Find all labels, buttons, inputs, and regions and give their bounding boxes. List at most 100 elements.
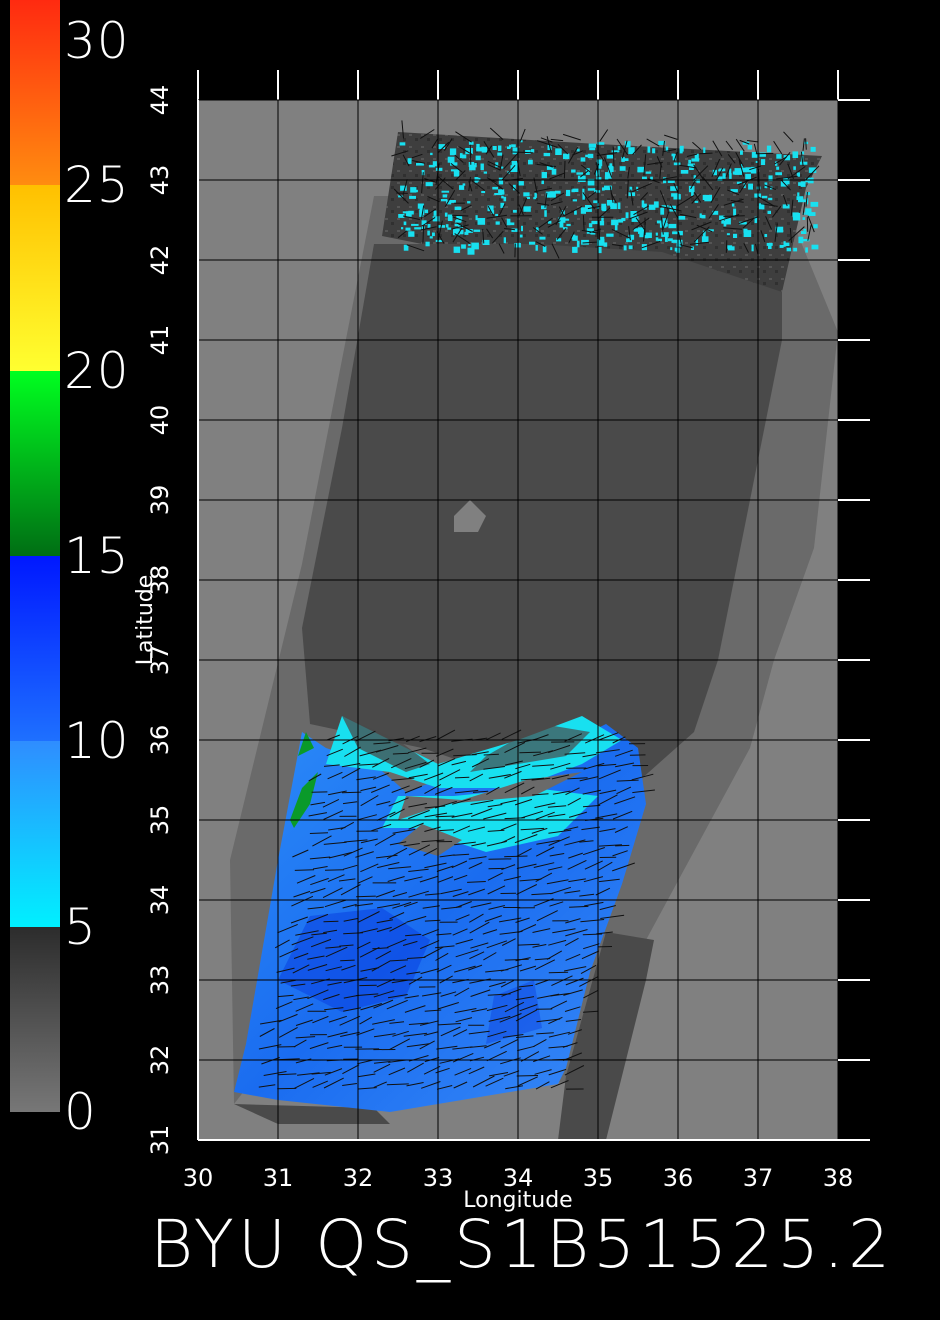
speckle: [468, 244, 471, 247]
speckle: [652, 148, 656, 154]
speckle: [729, 173, 732, 179]
y-tick-label: 41: [146, 325, 174, 356]
speckle: [598, 247, 602, 254]
speckle: [518, 181, 524, 186]
speckle: [701, 214, 706, 219]
speckle: [492, 146, 497, 150]
speckle: [703, 147, 706, 154]
wind-vector: [516, 1075, 539, 1077]
speckle: [483, 171, 487, 174]
speckle: [796, 196, 804, 200]
speckle: [467, 201, 471, 204]
speckle: [588, 143, 596, 148]
wind-speed-map: 30 31 32 33 34 35 36 37 38 313233343536373839404…: [133, 70, 870, 1213]
speckle: [653, 201, 659, 208]
speckle: [528, 159, 533, 165]
speckle: [766, 145, 772, 153]
speckle: [571, 169, 576, 173]
speckle: [447, 214, 453, 221]
speckle: [414, 227, 422, 230]
speckle: [503, 196, 507, 202]
speckle: [792, 151, 799, 158]
x-tick-label: 37: [743, 1164, 774, 1192]
speckle: [748, 183, 753, 190]
speckle: [503, 237, 506, 244]
speckle: [793, 166, 796, 170]
y-tick-label: 32: [146, 1045, 174, 1076]
speckle: [512, 209, 517, 213]
wind-vector: [294, 869, 315, 871]
speckle: [704, 194, 712, 202]
wind-vector: [469, 144, 472, 165]
wind-vector: [725, 240, 728, 253]
wind-vector: [422, 225, 425, 244]
speckle: [494, 193, 503, 196]
speckle: [551, 168, 557, 175]
speckle: [444, 212, 448, 217]
wind-vector: [504, 855, 528, 858]
x-tick-label: 38: [823, 1164, 854, 1192]
speckle: [523, 192, 530, 197]
speckle: [519, 234, 523, 238]
speckle: [576, 172, 583, 175]
speckle: [445, 224, 449, 228]
speckle: [776, 166, 780, 170]
y-tick-label: 33: [146, 965, 174, 996]
x-tick-label: 30: [183, 1164, 214, 1192]
y-axis-label: Latitude: [133, 575, 158, 666]
speckle: [495, 221, 500, 225]
y-tick-label: 35: [146, 805, 174, 836]
wind-vector: [340, 959, 355, 962]
speckle: [608, 165, 613, 170]
speckle: [574, 210, 577, 215]
speckle: [526, 197, 530, 199]
speckle: [767, 210, 771, 214]
speckle: [544, 210, 547, 217]
speckle: [670, 247, 673, 251]
speckle: [571, 189, 575, 193]
speckle: [587, 188, 596, 191]
speckle: [412, 189, 418, 193]
speckle: [572, 246, 578, 253]
speckle: [611, 150, 620, 153]
speckle: [447, 156, 455, 163]
y-tick-label: 36: [146, 725, 174, 756]
y-tick-label: 43: [146, 165, 174, 196]
speckle: [680, 170, 689, 174]
speckle: [566, 223, 571, 227]
speckle: [533, 197, 537, 200]
speckle: [447, 227, 452, 230]
speckle: [798, 236, 804, 244]
speckle: [801, 231, 807, 234]
speckle: [467, 247, 475, 255]
speckle: [593, 200, 598, 204]
speckle: [531, 149, 535, 153]
speckle: [786, 247, 792, 252]
speckle: [459, 185, 465, 190]
speckle: [474, 163, 477, 168]
speckle: [425, 241, 430, 247]
speckle: [660, 208, 665, 215]
wind-vector: [805, 138, 807, 150]
y-tick-label: 31: [146, 1125, 174, 1156]
speckle: [610, 203, 617, 210]
speckle: [523, 206, 531, 212]
speckle: [405, 227, 411, 231]
speckle: [688, 159, 691, 164]
speckle: [507, 146, 510, 149]
speckle: [481, 191, 486, 194]
wind-vector: [483, 753, 499, 756]
speckle: [668, 223, 677, 229]
speckle: [606, 154, 614, 159]
x-tick-label: 36: [663, 1164, 694, 1192]
speckle: [655, 232, 658, 236]
speckle: [442, 194, 448, 198]
speckle: [800, 181, 806, 187]
speckle: [408, 231, 415, 237]
speckle: [768, 244, 772, 249]
speckle: [580, 157, 586, 162]
speckle: [416, 163, 424, 166]
wind-vector: [392, 752, 409, 755]
speckle: [411, 223, 419, 226]
speckle: [435, 167, 443, 171]
